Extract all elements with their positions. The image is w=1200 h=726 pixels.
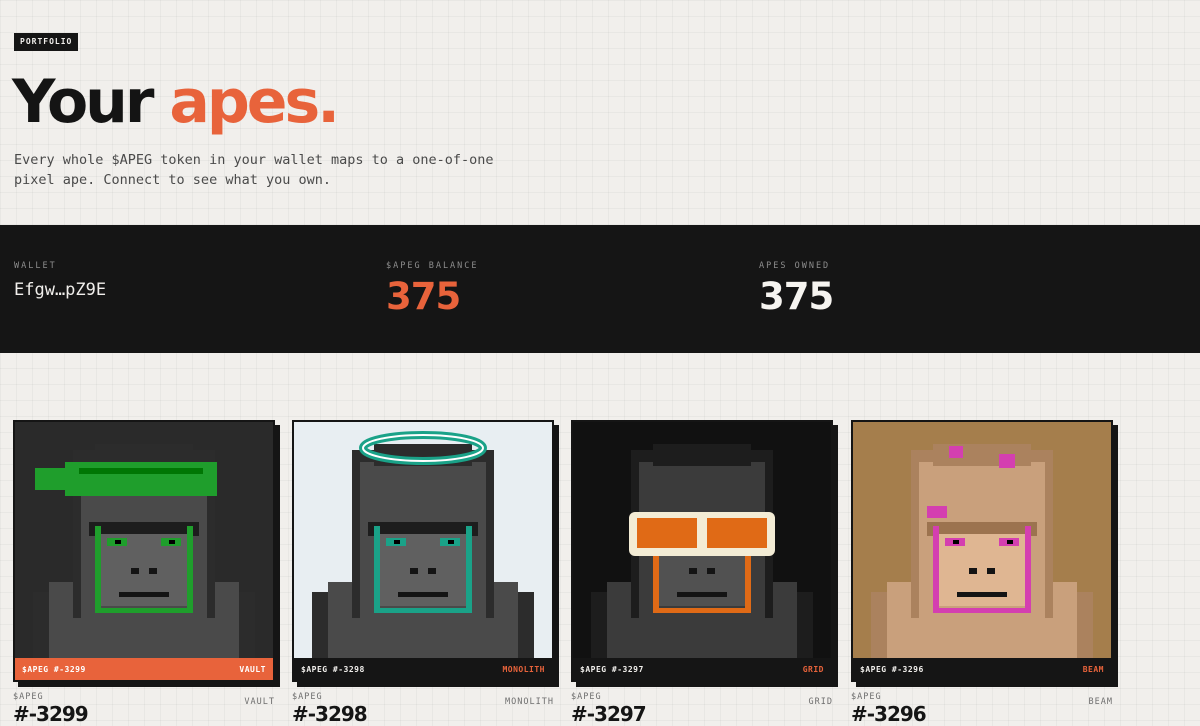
- ape-image-frame[interactable]: $APEG #-3298 MONOLITH: [292, 420, 554, 682]
- page-subtitle: Every whole $APEG token in your wallet m…: [14, 152, 494, 188]
- ape-card[interactable]: $APEG #-3298 MONOLITH $APEG MONOLITH #-3…: [292, 420, 554, 726]
- page-title: Your apes.: [12, 60, 340, 144]
- title-main: Your: [12, 67, 170, 137]
- card-meta: $APEG GRID #-3297: [571, 688, 833, 726]
- card-meta-trait: MONOLITH: [505, 697, 554, 707]
- ape-image: [573, 422, 831, 680]
- card-trait: BEAM: [1082, 664, 1104, 674]
- owned-stat: APES OWNED 375: [759, 261, 834, 319]
- card-token-id: $APEG #-3299: [22, 664, 86, 674]
- ape-image: [294, 422, 552, 680]
- card-meta: $APEG BEAM #-3296: [851, 688, 1113, 726]
- card-meta-label: $APEG: [851, 692, 882, 702]
- card-meta-number: #-3296: [851, 702, 927, 726]
- card-meta-label: $APEG: [292, 692, 323, 702]
- ape-card[interactable]: $APEG #-3299 VAULT $APEG VAULT #-3299: [13, 420, 275, 726]
- card-trait: MONOLITH: [502, 664, 545, 674]
- ape-image-frame[interactable]: $APEG #-3297 GRID: [571, 420, 833, 682]
- card-label-bar: $APEG #-3296 BEAM: [853, 658, 1111, 680]
- ape-image: [853, 422, 1111, 680]
- card-meta-trait: BEAM: [1088, 697, 1113, 707]
- card-meta-label: $APEG: [13, 692, 44, 702]
- owned-value: 375: [759, 275, 834, 318]
- owned-label: APES OWNED: [759, 261, 831, 271]
- card-meta-number: #-3298: [292, 702, 368, 726]
- card-meta-trait: GRID: [808, 697, 833, 707]
- card-label-bar: $APEG #-3297 GRID: [573, 658, 831, 680]
- ape-image: [15, 422, 273, 680]
- card-meta-trait: VAULT: [244, 697, 275, 707]
- card-token-id: $APEG #-3296: [860, 664, 924, 674]
- wallet-address: Efgw…pZ9E: [14, 280, 107, 300]
- balance-value: 375: [386, 275, 461, 318]
- card-meta-number: #-3297: [571, 702, 647, 726]
- card-meta-label: $APEG: [571, 692, 602, 702]
- card-label-bar: $APEG #-3299 VAULT: [15, 658, 273, 680]
- card-trait: VAULT: [239, 664, 266, 674]
- card-meta: $APEG VAULT #-3299: [13, 688, 275, 726]
- card-token-id: $APEG #-3297: [580, 664, 644, 674]
- portfolio-badge: PORTFOLIO: [14, 33, 79, 51]
- wallet-stat: WALLET Efgw…pZ9E: [14, 261, 106, 300]
- wallet-label: WALLET: [14, 261, 57, 271]
- card-meta-number: #-3299: [13, 702, 89, 726]
- card-meta: $APEG MONOLITH #-3298: [292, 688, 554, 726]
- card-label-bar: $APEG #-3298 MONOLITH: [294, 658, 552, 680]
- ape-image-frame[interactable]: $APEG #-3296 BEAM: [851, 420, 1113, 682]
- ape-card[interactable]: $APEG #-3296 BEAM $APEG BEAM #-3296: [851, 420, 1113, 726]
- title-accent: apes.: [169, 67, 340, 137]
- balance-label: $APEG BALANCE: [386, 261, 479, 271]
- ape-card[interactable]: $APEG #-3297 GRID $APEG GRID #-3297: [571, 420, 833, 726]
- card-trait: GRID: [802, 664, 824, 674]
- stats-banner: WALLET Efgw…pZ9E $APEG BALANCE 375 APES …: [0, 225, 1200, 353]
- card-token-id: $APEG #-3298: [301, 664, 365, 674]
- balance-stat: $APEG BALANCE 375: [386, 261, 479, 319]
- ape-image-frame[interactable]: $APEG #-3299 VAULT: [13, 420, 275, 682]
